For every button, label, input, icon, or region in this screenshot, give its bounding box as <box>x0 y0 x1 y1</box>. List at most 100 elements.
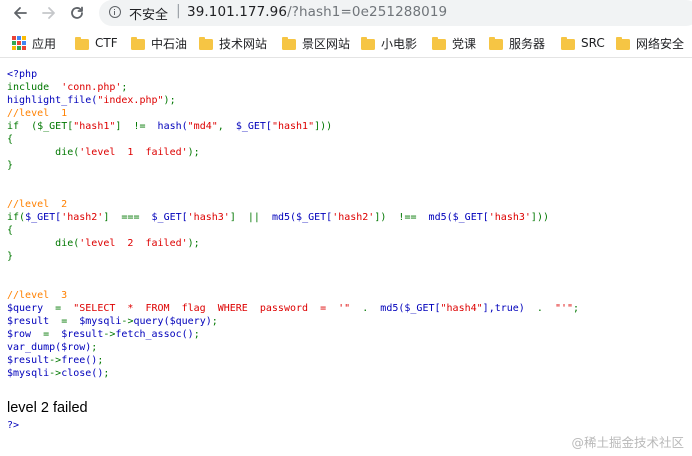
code-token: $mysqli <box>7 368 50 379</box>
code-token: ($_GET[ <box>19 121 74 132</box>
bookmark-label: 中石油 <box>151 36 188 51</box>
bookmark-src[interactable]: SRC <box>561 34 605 52</box>
url-path: /?hash1=0e251288019 <box>287 4 448 20</box>
address-bar[interactable]: 不安全 | 39.101.177.96/?hash1=0e251288019 <box>99 0 692 26</box>
folder-icon <box>361 36 375 50</box>
url-host: 39.101.177.96 <box>187 4 288 20</box>
apps-icon <box>12 36 26 50</box>
bookmark-netsec[interactable]: 网络安全 <box>616 34 684 52</box>
code-token: , <box>217 121 236 132</box>
code-token: ; <box>573 303 580 314</box>
code-string: "hash1" <box>73 121 116 132</box>
code-token: close() <box>61 368 104 379</box>
code-token: = <box>31 329 62 340</box>
page-output-text: level 2 failed <box>7 400 88 416</box>
code-string: "hash1" <box>271 121 315 132</box>
folder-icon <box>432 36 446 50</box>
page-content: <?php include 'conn.php'; highlight_file… <box>0 58 692 456</box>
code-token: fetch_assoc() <box>115 329 194 340</box>
code-token: -> <box>49 368 62 379</box>
watermark: @稀土掘金技术社区 <box>571 435 684 450</box>
code-token: ; <box>97 355 104 366</box>
bookmark-apps[interactable]: 应用 <box>12 34 56 52</box>
code-token: $mysqli <box>79 316 122 327</box>
security-label[interactable]: 不安全 <box>129 4 168 23</box>
code-token: != <box>121 121 158 132</box>
folder-icon <box>616 36 630 50</box>
code-string: 'conn.php' <box>61 82 122 93</box>
code-token: { <box>7 134 14 145</box>
folder-icon <box>131 36 145 50</box>
code-token: -> <box>49 355 62 366</box>
bookmark-party-class[interactable]: 党课 <box>432 34 476 52</box>
code-token: } <box>7 251 14 262</box>
code-string: 'hash3' <box>488 212 531 223</box>
reload-button[interactable] <box>65 1 89 25</box>
code-token: die( <box>55 238 80 249</box>
bookmark-label: SRC <box>581 36 605 50</box>
code-comment: //level 2 <box>7 199 68 210</box>
code-comment: //level 3 <box>7 290 68 301</box>
code-string: 'hash3' <box>187 212 230 223</box>
info-icon[interactable] <box>109 6 121 18</box>
bookmark-servers[interactable]: 服务器 <box>489 34 545 52</box>
php-close-tag: ?> <box>7 420 20 431</box>
code-token: if( <box>7 212 26 223</box>
php-open-tag: <?php <box>7 69 38 80</box>
code-token: . <box>524 303 555 314</box>
code-token: $result <box>7 316 50 327</box>
code-token: = <box>43 303 74 314</box>
code-token: ); <box>187 238 200 249</box>
code-token: md5($_GET[ <box>380 303 441 314</box>
code-token: ; <box>211 316 218 327</box>
folder-icon <box>282 36 296 50</box>
code-token: ; <box>91 342 98 353</box>
code-token: ; <box>103 368 110 379</box>
code-token: hash( <box>157 121 188 132</box>
code-token: $_GET[ <box>151 212 188 223</box>
code-token: . <box>350 303 381 314</box>
code-token: -> <box>121 316 134 327</box>
code-token: free() <box>61 355 98 366</box>
code-token: ])) <box>314 121 333 132</box>
code-token: ); <box>187 147 200 158</box>
folder-icon <box>199 36 213 50</box>
url-separator: | <box>176 3 181 19</box>
code-token: ); <box>163 95 176 106</box>
code-token: } <box>7 160 14 171</box>
code-token: $_GET[ <box>25 212 62 223</box>
code-token: query($query) <box>133 316 212 327</box>
code-string: "SELECT * FROM flag WHERE password = '" <box>73 303 351 314</box>
code-token: $result <box>7 355 50 366</box>
code-token: !== <box>386 212 429 223</box>
code-token: ]) <box>374 212 387 223</box>
bookmark-label: 技术网站 <box>219 36 268 51</box>
bookmark-movies[interactable]: 小电影 <box>361 34 417 52</box>
back-button[interactable] <box>8 1 32 25</box>
code-token: ; <box>193 329 200 340</box>
bookmark-zhongshiyou[interactable]: 中石油 <box>131 34 187 52</box>
code-string: "md4" <box>187 121 218 132</box>
code-token: include <box>7 82 50 93</box>
bookmark-scenic-sites[interactable]: 景区网站 <box>282 34 350 52</box>
folder-icon <box>75 36 89 50</box>
arrow-left-icon <box>14 7 27 19</box>
bookmark-label: 应用 <box>32 36 57 51</box>
bookmark-tech-sites[interactable]: 技术网站 <box>199 34 267 52</box>
folder-icon <box>561 36 575 50</box>
code-token: $query <box>7 303 44 314</box>
forward-button[interactable] <box>37 1 61 25</box>
url-text[interactable]: 39.101.177.96/?hash1=0e251288019 <box>187 4 447 20</box>
bookmark-label: 网络安全 <box>636 36 685 51</box>
code-string: 'hash2' <box>61 212 104 223</box>
code-token: = <box>49 316 80 327</box>
bookmark-label: 景区网站 <box>302 36 351 51</box>
code-token: === <box>109 212 152 223</box>
bookmark-ctf[interactable]: CTF <box>75 34 118 52</box>
code-comment: //level 1 <box>7 108 68 119</box>
code-token: { <box>7 225 14 236</box>
code-token: || <box>235 212 272 223</box>
browser-toolbar: 不安全 | 39.101.177.96/?hash1=0e251288019 <box>0 0 692 28</box>
code-token: md5($_GET[ <box>271 212 333 223</box>
code-token: var_dump($row) <box>7 342 92 353</box>
